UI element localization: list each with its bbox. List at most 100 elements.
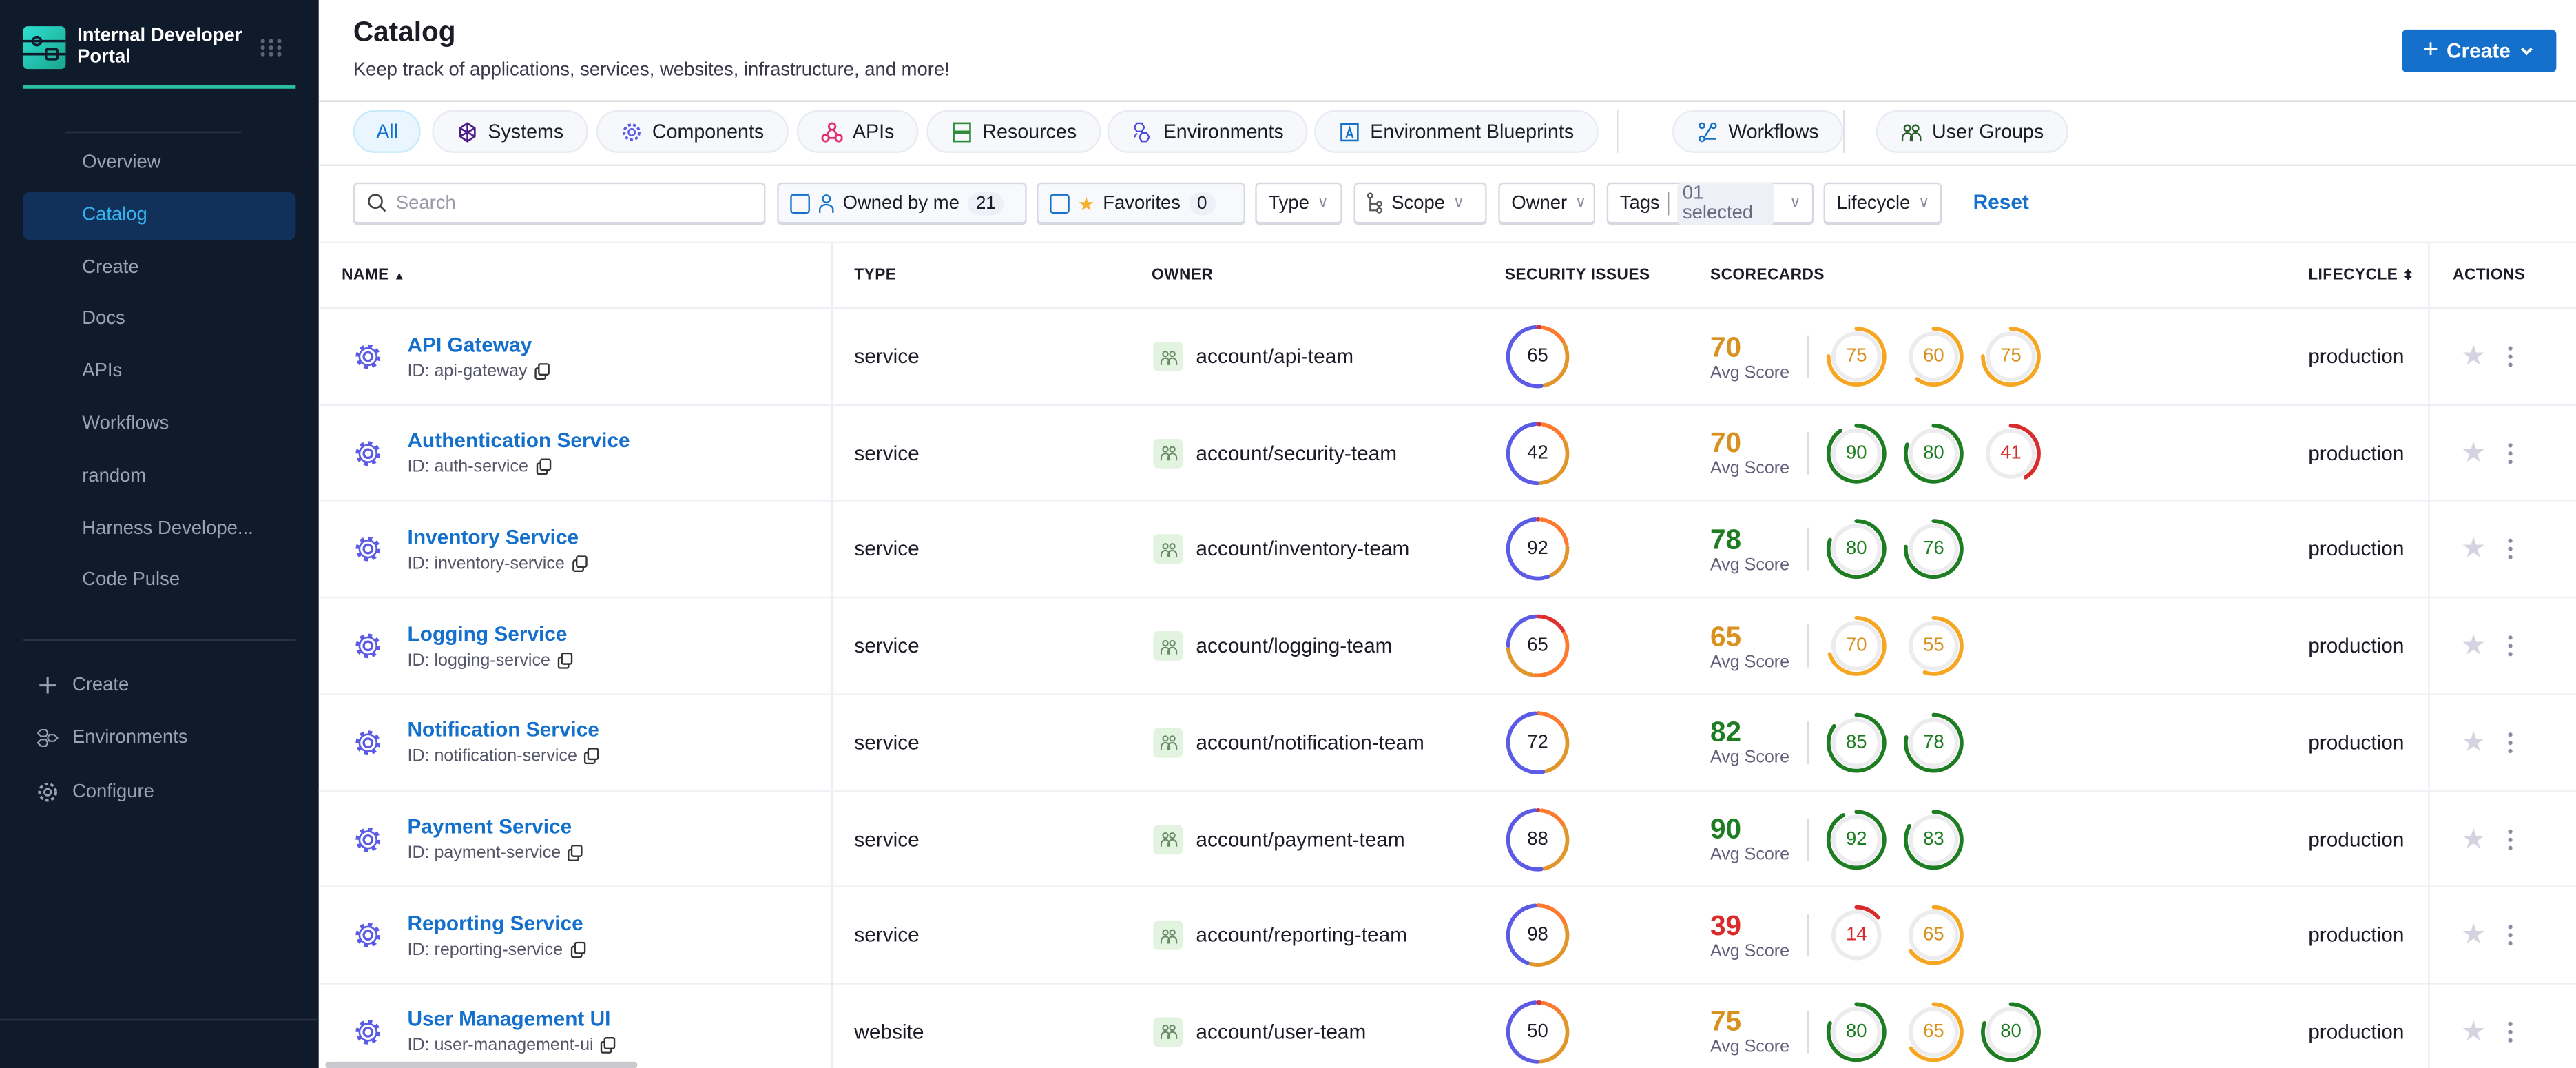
owner-link[interactable]: account/notification-team (1196, 731, 1424, 754)
tab-user-groups[interactable]: User Groups (1876, 110, 2069, 153)
more-actions-icon[interactable] (2507, 984, 2517, 1068)
entity-name-link[interactable]: User Management UI (408, 1008, 616, 1031)
lifecycle-dropdown[interactable]: Lifecycle ∨ (1823, 182, 1942, 225)
table-row[interactable]: Notification Service ID: notification-se… (318, 693, 2576, 790)
scope-dropdown[interactable]: Scope ∨ (1353, 182, 1487, 225)
entity-name-link[interactable]: Reporting Service (408, 912, 586, 934)
sidebar-item-docs[interactable]: Docs (23, 296, 295, 344)
scorecard-ring[interactable]: 80 (1902, 405, 1965, 500)
sidebar-item-harness-develope[interactable]: Harness Develope... (23, 506, 295, 553)
entity-name-link[interactable]: Inventory Service (408, 526, 588, 548)
favorite-star-icon[interactable]: ★ (2461, 887, 2486, 983)
reset-button[interactable]: Reset (1973, 191, 2029, 214)
owned-by-me-filter[interactable]: Owned by me 21 (777, 182, 1027, 225)
owner-link[interactable]: account/inventory-team (1196, 538, 1409, 561)
tab-environments[interactable]: Environments (1107, 110, 1309, 153)
table-row[interactable]: Logging Service ID: logging-service serv… (318, 597, 2576, 693)
security-issues-donut[interactable]: 98 (1503, 887, 1572, 983)
sidebar-item-create[interactable]: Create (36, 667, 129, 703)
scorecard-ring[interactable]: 75 (1980, 309, 2042, 404)
copy-icon[interactable] (557, 651, 573, 668)
scorecard-ring[interactable]: 90 (1825, 405, 1888, 500)
tab-apis[interactable]: APIs (796, 110, 920, 153)
security-issues-donut[interactable]: 65 (1503, 309, 1572, 404)
tags-dropdown[interactable]: Tags 01 selected ∨ (1606, 181, 1814, 225)
scorecard-ring[interactable]: 70 (1825, 598, 1888, 693)
checkbox[interactable] (1050, 193, 1070, 213)
favorites-filter[interactable]: ★ Favorites 0 (1037, 182, 1245, 225)
more-actions-icon[interactable] (2507, 791, 2517, 886)
scorecard-ring[interactable]: 14 (1825, 887, 1888, 983)
copy-icon[interactable] (583, 748, 600, 765)
copy-icon[interactable] (568, 844, 584, 861)
security-issues-donut[interactable]: 42 (1503, 405, 1572, 500)
sidebar-item-environments[interactable]: Environments (36, 720, 188, 756)
copy-icon[interactable] (600, 1037, 616, 1054)
scorecard-ring[interactable]: 85 (1825, 695, 1888, 790)
type-dropdown[interactable]: Type ∨ (1255, 182, 1342, 225)
more-actions-icon[interactable] (2507, 502, 2517, 597)
scorecard-ring[interactable]: 65 (1902, 887, 1965, 983)
scorecard-ring[interactable]: 60 (1902, 309, 1965, 404)
table-row[interactable]: User Management UI ID: user-management-u… (318, 983, 2576, 1068)
tab-resources[interactable]: Resources (926, 110, 1101, 153)
owner-link[interactable]: account/api-team (1196, 345, 1353, 368)
security-issues-donut[interactable]: 65 (1503, 598, 1572, 693)
entity-name-link[interactable]: API Gateway (408, 333, 550, 356)
favorite-star-icon[interactable]: ★ (2461, 405, 2486, 500)
favorite-star-icon[interactable]: ★ (2461, 309, 2486, 404)
more-actions-icon[interactable] (2507, 887, 2517, 983)
owner-link[interactable]: account/payment-team (1196, 828, 1404, 850)
favorite-star-icon[interactable]: ★ (2461, 598, 2486, 693)
tab-workflows[interactable]: Workflows (1672, 110, 1844, 153)
favorite-star-icon[interactable]: ★ (2461, 791, 2486, 886)
tab-systems[interactable]: Systems (432, 110, 588, 153)
tab-all[interactable]: All (353, 110, 422, 153)
table-row[interactable]: API Gateway ID: api-gateway service acco… (318, 307, 2576, 404)
owner-link[interactable]: account/logging-team (1196, 635, 1392, 657)
favorite-star-icon[interactable]: ★ (2461, 502, 2486, 597)
horizontal-scrollbar[interactable] (325, 1061, 638, 1068)
scorecard-ring[interactable]: 55 (1902, 598, 1965, 693)
security-issues-donut[interactable]: 72 (1503, 695, 1572, 790)
app-switcher-icon[interactable] (260, 36, 282, 59)
entity-name-link[interactable]: Authentication Service (408, 429, 630, 452)
owner-link[interactable]: account/security-team (1196, 442, 1397, 464)
scorecard-ring[interactable]: 80 (1825, 502, 1888, 597)
scorecard-ring[interactable]: 83 (1902, 791, 1965, 886)
scorecard-ring[interactable]: 76 (1902, 502, 1965, 597)
table-row[interactable]: Authentication Service ID: auth-service … (318, 404, 2576, 500)
sidebar-item-overview[interactable]: Overview (23, 140, 295, 187)
scorecard-ring[interactable]: 80 (1980, 984, 2042, 1068)
owner-link[interactable]: account/user-team (1196, 1020, 1366, 1043)
more-actions-icon[interactable] (2507, 309, 2517, 404)
entity-name-link[interactable]: Notification Service (408, 719, 601, 741)
sidebar-item-catalog[interactable]: Catalog (23, 192, 296, 240)
scorecard-ring[interactable]: 80 (1825, 984, 1888, 1068)
search-input[interactable]: Search (353, 182, 766, 225)
scorecard-ring[interactable]: 92 (1825, 791, 1888, 886)
sidebar-item-apis[interactable]: APIs (23, 349, 295, 396)
copy-icon[interactable] (534, 362, 550, 379)
owner-link[interactable]: account/reporting-team (1196, 924, 1407, 947)
scorecard-ring[interactable]: 41 (1980, 405, 2042, 500)
copy-icon[interactable] (570, 941, 586, 958)
security-issues-donut[interactable]: 92 (1503, 502, 1572, 597)
sidebar-item-code-pulse[interactable]: Code Pulse (23, 558, 295, 606)
security-issues-donut[interactable]: 50 (1503, 984, 1572, 1068)
scorecard-ring[interactable]: 65 (1902, 984, 1965, 1068)
table-row[interactable]: Reporting Service ID: reporting-service … (318, 886, 2576, 983)
checkbox[interactable] (790, 193, 810, 213)
copy-icon[interactable] (571, 555, 588, 572)
column-header-lifecycle[interactable]: LIFECYCLE ⬍ (2308, 243, 2413, 307)
entity-name-link[interactable]: Logging Service (408, 622, 574, 645)
copy-icon[interactable] (534, 458, 551, 475)
security-issues-donut[interactable]: 88 (1503, 791, 1572, 886)
column-header-name[interactable]: NAME ▲ (342, 243, 405, 307)
tab-environment-blueprints[interactable]: Environment Blueprints (1314, 110, 1599, 153)
favorite-star-icon[interactable]: ★ (2461, 695, 2486, 790)
tab-components[interactable]: Components (596, 110, 789, 153)
sidebar-item-workflows[interactable]: Workflows (23, 401, 295, 449)
scorecard-ring[interactable]: 78 (1902, 695, 1965, 790)
table-row[interactable]: Inventory Service ID: inventory-service … (318, 500, 2576, 597)
